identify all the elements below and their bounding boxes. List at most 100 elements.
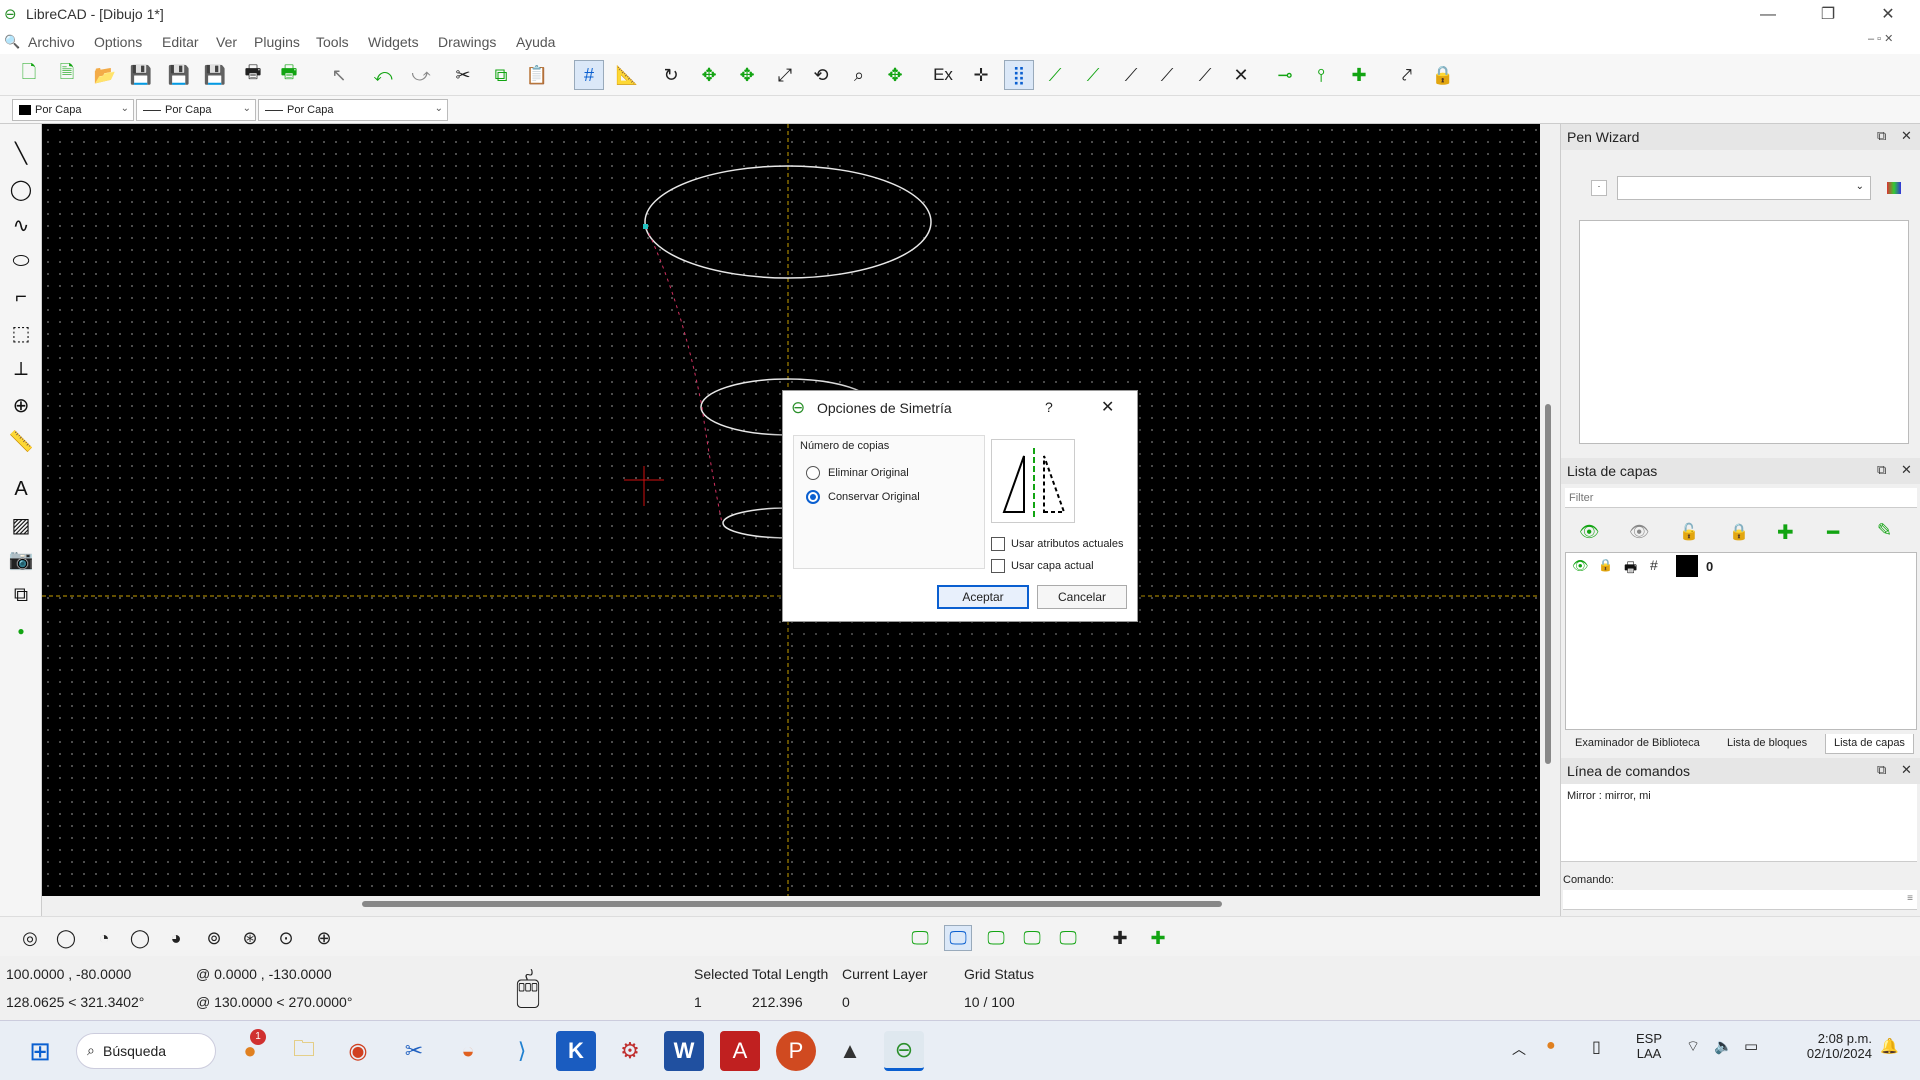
layer-row[interactable]: 👁 🔒 🖶 # 0 xyxy=(1566,553,1916,579)
menu-options[interactable]: Options xyxy=(94,34,142,50)
layer-filter-input[interactable] xyxy=(1565,488,1917,508)
close-icon[interactable]: ✕ xyxy=(1901,128,1912,144)
add-layer-icon[interactable]: ✚ xyxy=(1777,520,1794,545)
edit-layout-icon[interactable]: ✚ xyxy=(1144,925,1172,951)
close-dialog-button[interactable]: ✕ xyxy=(1101,397,1114,417)
edit-layer-icon[interactable]: ✎ xyxy=(1877,520,1892,541)
save-all-icon[interactable]: 💾 xyxy=(200,60,230,90)
ok-button[interactable]: Aceptar xyxy=(937,585,1029,609)
block-tool-icon[interactable]: ⧉ xyxy=(4,580,38,610)
hatch-tool-icon[interactable]: ▨ xyxy=(4,510,38,540)
circle-tan2-icon[interactable]: ◕ xyxy=(162,925,190,951)
pen-linetype-combo[interactable]: Por Capa ⌄ xyxy=(258,99,448,121)
layer-lock-icon[interactable]: 🔒 xyxy=(1598,558,1613,572)
tab-library[interactable]: Examinador de Biblioteca xyxy=(1575,737,1700,749)
spline-tool-icon[interactable]: ∿ xyxy=(4,210,38,240)
float-icon[interactable]: ⧉ xyxy=(1877,128,1886,144)
draft-mode-icon[interactable]: 📐 xyxy=(612,60,642,90)
taskbar-search[interactable]: ⌕ Búsqueda xyxy=(76,1033,216,1069)
zoom-out-icon[interactable]: ✥ xyxy=(732,60,762,90)
new-file-icon[interactable]: 🗋 xyxy=(14,60,44,90)
maximize-button[interactable]: ❐ xyxy=(1808,4,1848,26)
color-picker-icon[interactable] xyxy=(1887,182,1901,194)
snap-middle-icon[interactable]: ⟋ xyxy=(1152,60,1182,90)
zoom-in-icon[interactable]: ✥ xyxy=(694,60,724,90)
view-draft-icon[interactable]: 🖵 xyxy=(906,925,934,951)
pen-wizard-combo[interactable]: ⌄ xyxy=(1617,176,1871,200)
restrict-vertical-icon[interactable]: ⫯ xyxy=(1306,60,1336,90)
menu-drawings[interactable]: Drawings xyxy=(438,34,496,50)
layer-print-icon[interactable]: 🖶 xyxy=(1624,557,1637,581)
volume-icon[interactable]: 🔈 xyxy=(1714,1037,1733,1055)
scroll-thumb[interactable] xyxy=(1545,404,1551,764)
librecad-taskbar-icon[interactable]: ⊖ xyxy=(884,1031,924,1071)
tab-layers[interactable]: Lista de capas xyxy=(1825,734,1914,754)
paste-icon[interactable]: 📋 xyxy=(522,60,552,90)
close-window-button[interactable]: ✕ xyxy=(1868,4,1908,26)
snap-intersection-icon[interactable]: ✕ xyxy=(1226,60,1256,90)
command-input[interactable]: ≡ xyxy=(1563,890,1917,910)
pen-width-combo[interactable]: Por Capa ⌄ xyxy=(136,99,256,121)
menu-ayuda[interactable]: Ayuda xyxy=(516,34,555,50)
wifi-icon[interactable]: ⌔ xyxy=(1686,1037,1700,1056)
copy-icon[interactable]: ⧉ xyxy=(486,60,516,90)
pen-wizard-list[interactable] xyxy=(1579,220,1909,444)
menu-editar[interactable]: Editar xyxy=(162,34,199,50)
lock-relative-zero-icon[interactable]: 🔒 xyxy=(1428,60,1458,90)
float-icon[interactable]: ⧉ xyxy=(1877,462,1886,478)
circle-tan3-icon[interactable]: ⊚ xyxy=(200,925,228,951)
layer-color-swatch[interactable] xyxy=(1676,555,1698,577)
close-icon[interactable]: ✕ xyxy=(1901,462,1912,478)
undo-icon[interactable]: ⤺ xyxy=(368,60,398,90)
keep-original-radio[interactable] xyxy=(806,490,820,504)
view-normal-icon[interactable]: 🖵 xyxy=(944,925,972,951)
battery-icon[interactable]: ▭ xyxy=(1744,1037,1758,1055)
snap-grid-icon[interactable]: ⣿ xyxy=(1004,60,1034,90)
cut-icon[interactable]: ✂ xyxy=(448,60,478,90)
vscode-icon[interactable]: ⟩ xyxy=(502,1031,542,1071)
snap-on-entity-icon[interactable]: ⟋ xyxy=(1078,60,1108,90)
zoom-pan-icon[interactable]: ✥ xyxy=(880,60,910,90)
text-tool-icon[interactable]: A xyxy=(4,474,38,504)
print-preview-icon[interactable]: 🖶 xyxy=(274,60,304,90)
select-tool-icon[interactable]: ⬚ xyxy=(4,318,38,348)
float-icon[interactable]: ⧉ xyxy=(1877,762,1886,778)
file-explorer-icon[interactable]: 🗀 xyxy=(284,1031,324,1071)
redo-icon[interactable]: ⤻ xyxy=(406,60,436,90)
usb-icon[interactable]: ▯ xyxy=(1592,1037,1601,1057)
zoom-auto-icon[interactable]: ⤢ xyxy=(770,60,800,90)
tray-app-icon[interactable]: ● xyxy=(1546,1037,1556,1055)
view-preview-icon[interactable]: 🖵 xyxy=(982,925,1010,951)
ellipse-tool-icon[interactable]: ⬭ xyxy=(4,246,38,276)
zoom-window-icon[interactable]: ⌕ xyxy=(844,60,874,90)
point-tool-icon[interactable]: ● xyxy=(4,616,38,646)
snap-endpoint-icon[interactable]: ⟋ xyxy=(1040,60,1070,90)
palette-button[interactable]: · xyxy=(1591,180,1607,196)
hide-all-layers-icon[interactable]: 👁 xyxy=(1629,522,1649,542)
view-window-icon[interactable]: 🖵 xyxy=(1054,925,1082,951)
add-layout-icon[interactable]: ✚ xyxy=(1106,925,1134,951)
clock[interactable]: 2:08 p.m. 02/10/2024 xyxy=(1790,1031,1872,1061)
use-current-attributes-label[interactable]: Usar atributos actuales xyxy=(1011,538,1124,550)
snap-free-icon[interactable]: ✛ xyxy=(966,60,996,90)
show-all-layers-icon[interactable]: 👁 xyxy=(1579,522,1599,542)
keep-original-label[interactable]: Conservar Original xyxy=(828,491,920,503)
open-folder-icon[interactable]: 📂 xyxy=(90,60,120,90)
search-icon[interactable]: 🔍 xyxy=(4,34,20,50)
help-button[interactable]: ? xyxy=(1045,399,1053,415)
save-icon[interactable]: 💾 xyxy=(126,60,156,90)
unlock-all-icon[interactable]: 🔓 xyxy=(1679,522,1699,542)
circle-tan-cr-icon[interactable]: ⊙ xyxy=(272,925,300,951)
lock-all-icon[interactable]: 🔒 xyxy=(1729,522,1749,542)
windows-start-icon[interactable]: ⊞ xyxy=(20,1031,60,1071)
print-icon[interactable]: 🖶 xyxy=(238,60,268,90)
layer-visible-icon[interactable]: 👁 xyxy=(1572,558,1589,574)
chevron-up-icon[interactable]: ︿ xyxy=(1512,1039,1526,1059)
circle-inscribed-icon[interactable]: ⊛ xyxy=(236,925,264,951)
language-indicator[interactable]: ESP LAA xyxy=(1636,1031,1662,1061)
command-menu-icon[interactable]: ≡ xyxy=(1907,893,1913,904)
zoom-previous-icon[interactable]: ⟲ xyxy=(806,60,836,90)
select-pointer-icon[interactable]: ↖ xyxy=(324,60,354,90)
notifications-bell-icon[interactable]: 🔔 xyxy=(1880,1037,1899,1055)
delete-original-label[interactable]: Eliminar Original xyxy=(828,467,909,479)
